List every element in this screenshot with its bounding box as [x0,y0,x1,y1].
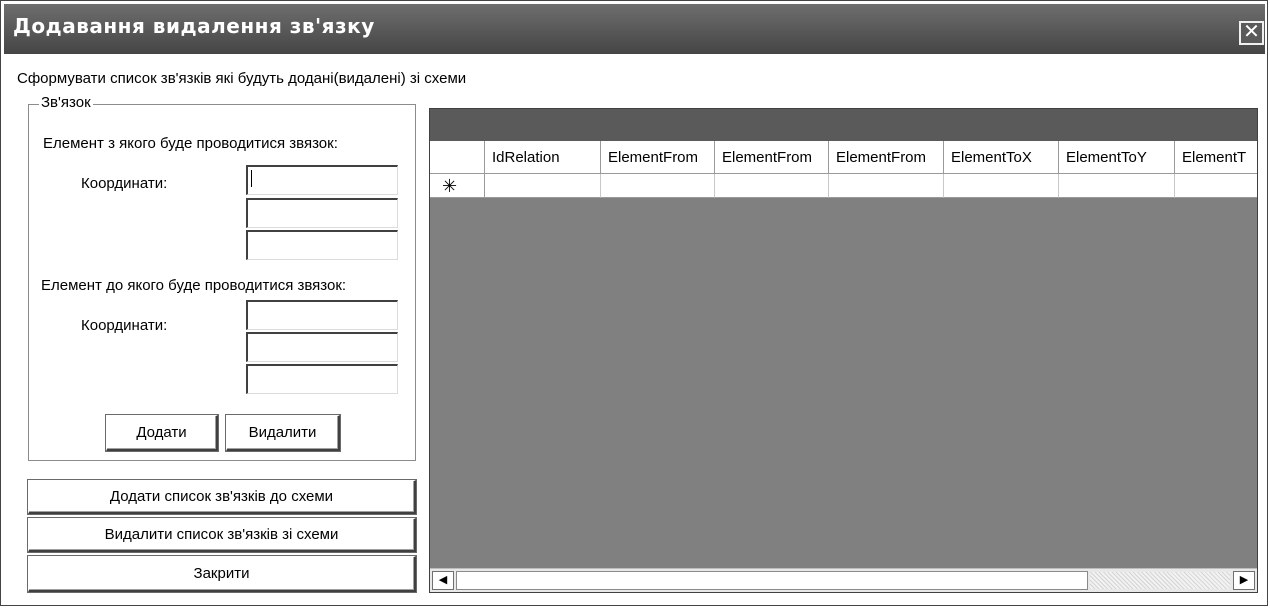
new-row-asterisk-icon: ✳ [442,176,458,196]
grid-cell[interactable] [485,174,601,198]
grid-cell[interactable] [715,174,829,198]
column-header[interactable]: ElementT [1175,141,1257,174]
relations-grid[interactable]: IdRelation ElementFrom ElementFrom Eleme… [429,108,1258,593]
grid-caption-bar [430,109,1257,141]
to-element-label: Елемент до якого буде проводитися звязок… [41,277,347,294]
grid-cell[interactable] [1175,174,1257,198]
instruction-text: Сформувати список зв'язків які будуть до… [17,70,467,87]
add-list-to-schema-button[interactable]: Додати список зв'язків до схеми [28,480,416,514]
grid-cell[interactable] [829,174,944,198]
column-header[interactable]: IdRelation [485,141,601,174]
add-button[interactable]: Додати [106,415,218,451]
from-element-label: Елемент з якого буде проводитися звязок: [43,135,338,152]
close-button[interactable]: Закрити [28,556,416,592]
to-coord-field-1[interactable] [246,300,398,330]
scrollbar-thumb[interactable] [456,571,1088,590]
grid-cell[interactable] [944,174,1059,198]
from-coord-field-1[interactable] [246,165,398,195]
horizontal-scrollbar[interactable]: ◀ ▶ [430,568,1257,592]
grid-new-row[interactable]: ✳ [430,174,1257,198]
column-header[interactable]: ElementToY [1059,141,1175,174]
groupbox-title: Зв'язок [39,94,93,111]
title-bar[interactable]: Додавання видалення зв'язку ✕ [4,4,1265,54]
row-selector[interactable]: ✳ [430,174,485,198]
from-coord-field-2[interactable] [246,198,398,228]
delete-list-from-schema-button[interactable]: Видалити список зв'язків зі схеми [28,518,416,552]
from-coord-field-3[interactable] [246,230,398,260]
row-header-corner [430,141,485,174]
grid-header-row: IdRelation ElementFrom ElementFrom Eleme… [430,141,1257,174]
column-header[interactable]: ElementFrom [829,141,944,174]
dialog-window: Додавання видалення зв'язку ✕ Сформувати… [0,0,1268,606]
to-coord-field-2[interactable] [246,332,398,362]
to-coord-field-3[interactable] [246,364,398,394]
scroll-left-icon[interactable]: ◀ [432,571,454,590]
delete-button[interactable]: Видалити [226,415,340,451]
to-coordinates-label: Координати: [81,317,168,334]
column-header[interactable]: ElementToX [944,141,1059,174]
column-header[interactable]: ElementFrom [601,141,715,174]
scroll-right-icon[interactable]: ▶ [1233,571,1255,590]
window-title: Додавання видалення зв'язку [13,14,375,38]
text-caret [251,170,252,187]
close-icon[interactable]: ✕ [1239,21,1264,45]
from-coordinates-label: Координати: [81,175,168,192]
column-header[interactable]: ElementFrom [715,141,829,174]
grid-cell[interactable] [1059,174,1175,198]
grid-cell[interactable] [601,174,715,198]
scrollbar-track[interactable] [1090,572,1230,589]
